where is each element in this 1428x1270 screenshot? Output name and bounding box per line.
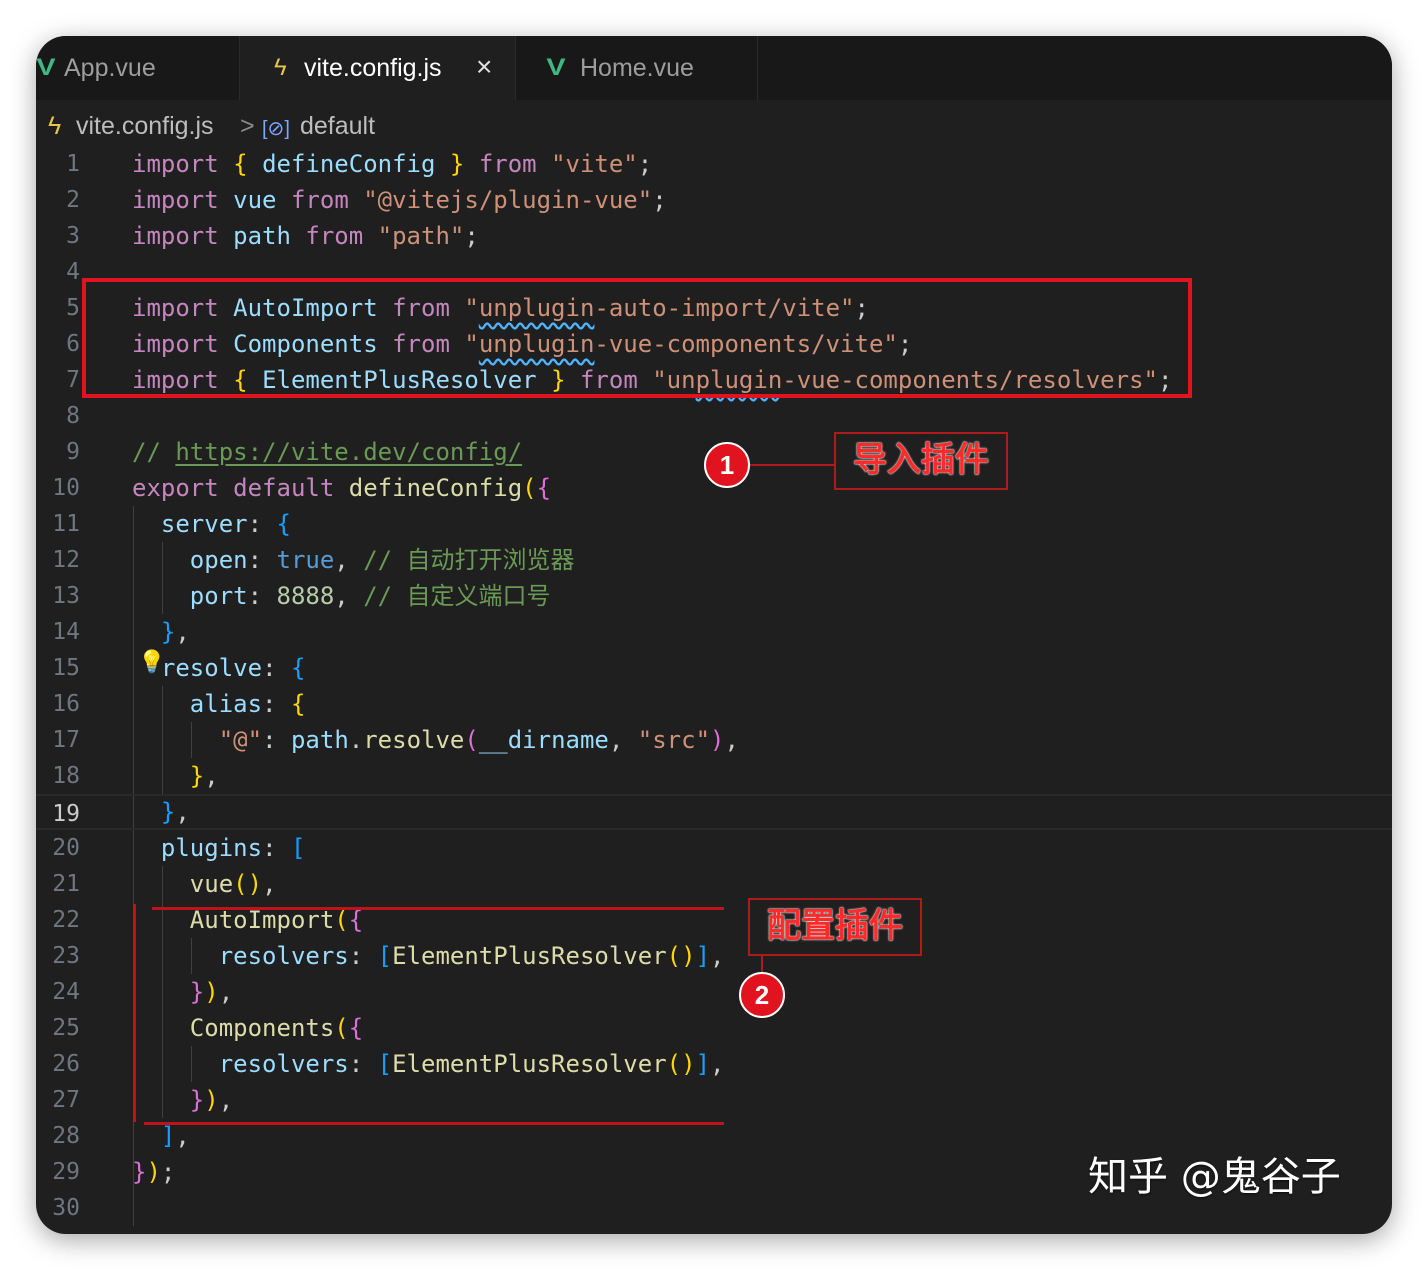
tab-vite-config[interactable]: ϟ vite.config.js × (240, 36, 516, 100)
code-line: 12 open: true, // 自动打开浏览器 (52, 546, 575, 574)
bolt-icon: ϟ (48, 112, 62, 140)
tab-bar: V App.vue ϟ vite.config.js × V Home.vue (36, 36, 1392, 100)
code-line: 2 import vue from "@vitejs/plugin-vue"; (66, 186, 667, 214)
code-line: 1 import { defineConfig } from "vite"; (66, 150, 653, 178)
vue-icon: V (36, 54, 56, 81)
tab-label: Home.vue (580, 54, 694, 82)
import-highlight-box (82, 278, 1192, 398)
code-line: 24 }), (52, 978, 234, 1006)
annotation-connector (761, 954, 763, 974)
annotation-connector (750, 464, 834, 466)
code-line: 23 resolvers: [ElementPlusResolver()], (52, 942, 725, 970)
code-line: 3 import path from "path"; (66, 222, 479, 250)
tab-home-vue[interactable]: V Home.vue (516, 36, 758, 100)
code-line: 15 resolve: { (52, 654, 306, 682)
tab-label: App.vue (64, 54, 156, 82)
config-bracket-left (133, 904, 136, 1122)
close-icon[interactable]: × (476, 51, 492, 83)
breadcrumb-file[interactable]: vite.config.js (76, 110, 214, 142)
code-line: 26 resolvers: [ElementPlusResolver()], (52, 1050, 725, 1078)
breadcrumb-symbol[interactable]: default (300, 110, 375, 142)
annotation-label-2: 配置插件 (748, 898, 922, 956)
annotation-badge-2: 2 (739, 972, 785, 1018)
watermark: 知乎 @鬼谷子 (1088, 1154, 1341, 1200)
annotation-label-1: 导入插件 (834, 432, 1008, 490)
code-line: 14 }, (52, 618, 190, 646)
tab-app-vue[interactable]: V App.vue (36, 36, 240, 100)
breadcrumb-separator: > (240, 112, 255, 140)
code-line: 11 server: { (52, 510, 291, 538)
code-line: 20 plugins: [ (52, 834, 306, 862)
code-line: 8 (66, 403, 80, 429)
code-line-current: 19 }, (36, 794, 1392, 830)
vue-icon: V (546, 54, 566, 81)
editor-window: V App.vue ϟ vite.config.js × V Home.vue … (36, 36, 1392, 1234)
tab-label: vite.config.js (304, 54, 442, 82)
annotation-badge-1: 1 (704, 442, 750, 488)
config-bracket-top (152, 907, 724, 910)
code-line: 27 }), (52, 1086, 234, 1114)
code-line: 13 port: 8888, // 自定义端口号 (52, 582, 551, 610)
lightbulb-icon[interactable]: 💡 (138, 650, 165, 675)
code-line: 17 "@": path.resolve(__dirname, "src"), (52, 726, 739, 754)
config-bracket-bottom (144, 1122, 724, 1125)
code-line: 18 }, (52, 762, 219, 790)
bolt-icon: ϟ (274, 54, 287, 81)
code-line: 16 alias: { (52, 690, 306, 718)
symbol-icon: [⊘] (262, 118, 290, 140)
code-line: 25 Components({ (52, 1014, 364, 1042)
code-line: 21 vue(), (52, 870, 277, 898)
